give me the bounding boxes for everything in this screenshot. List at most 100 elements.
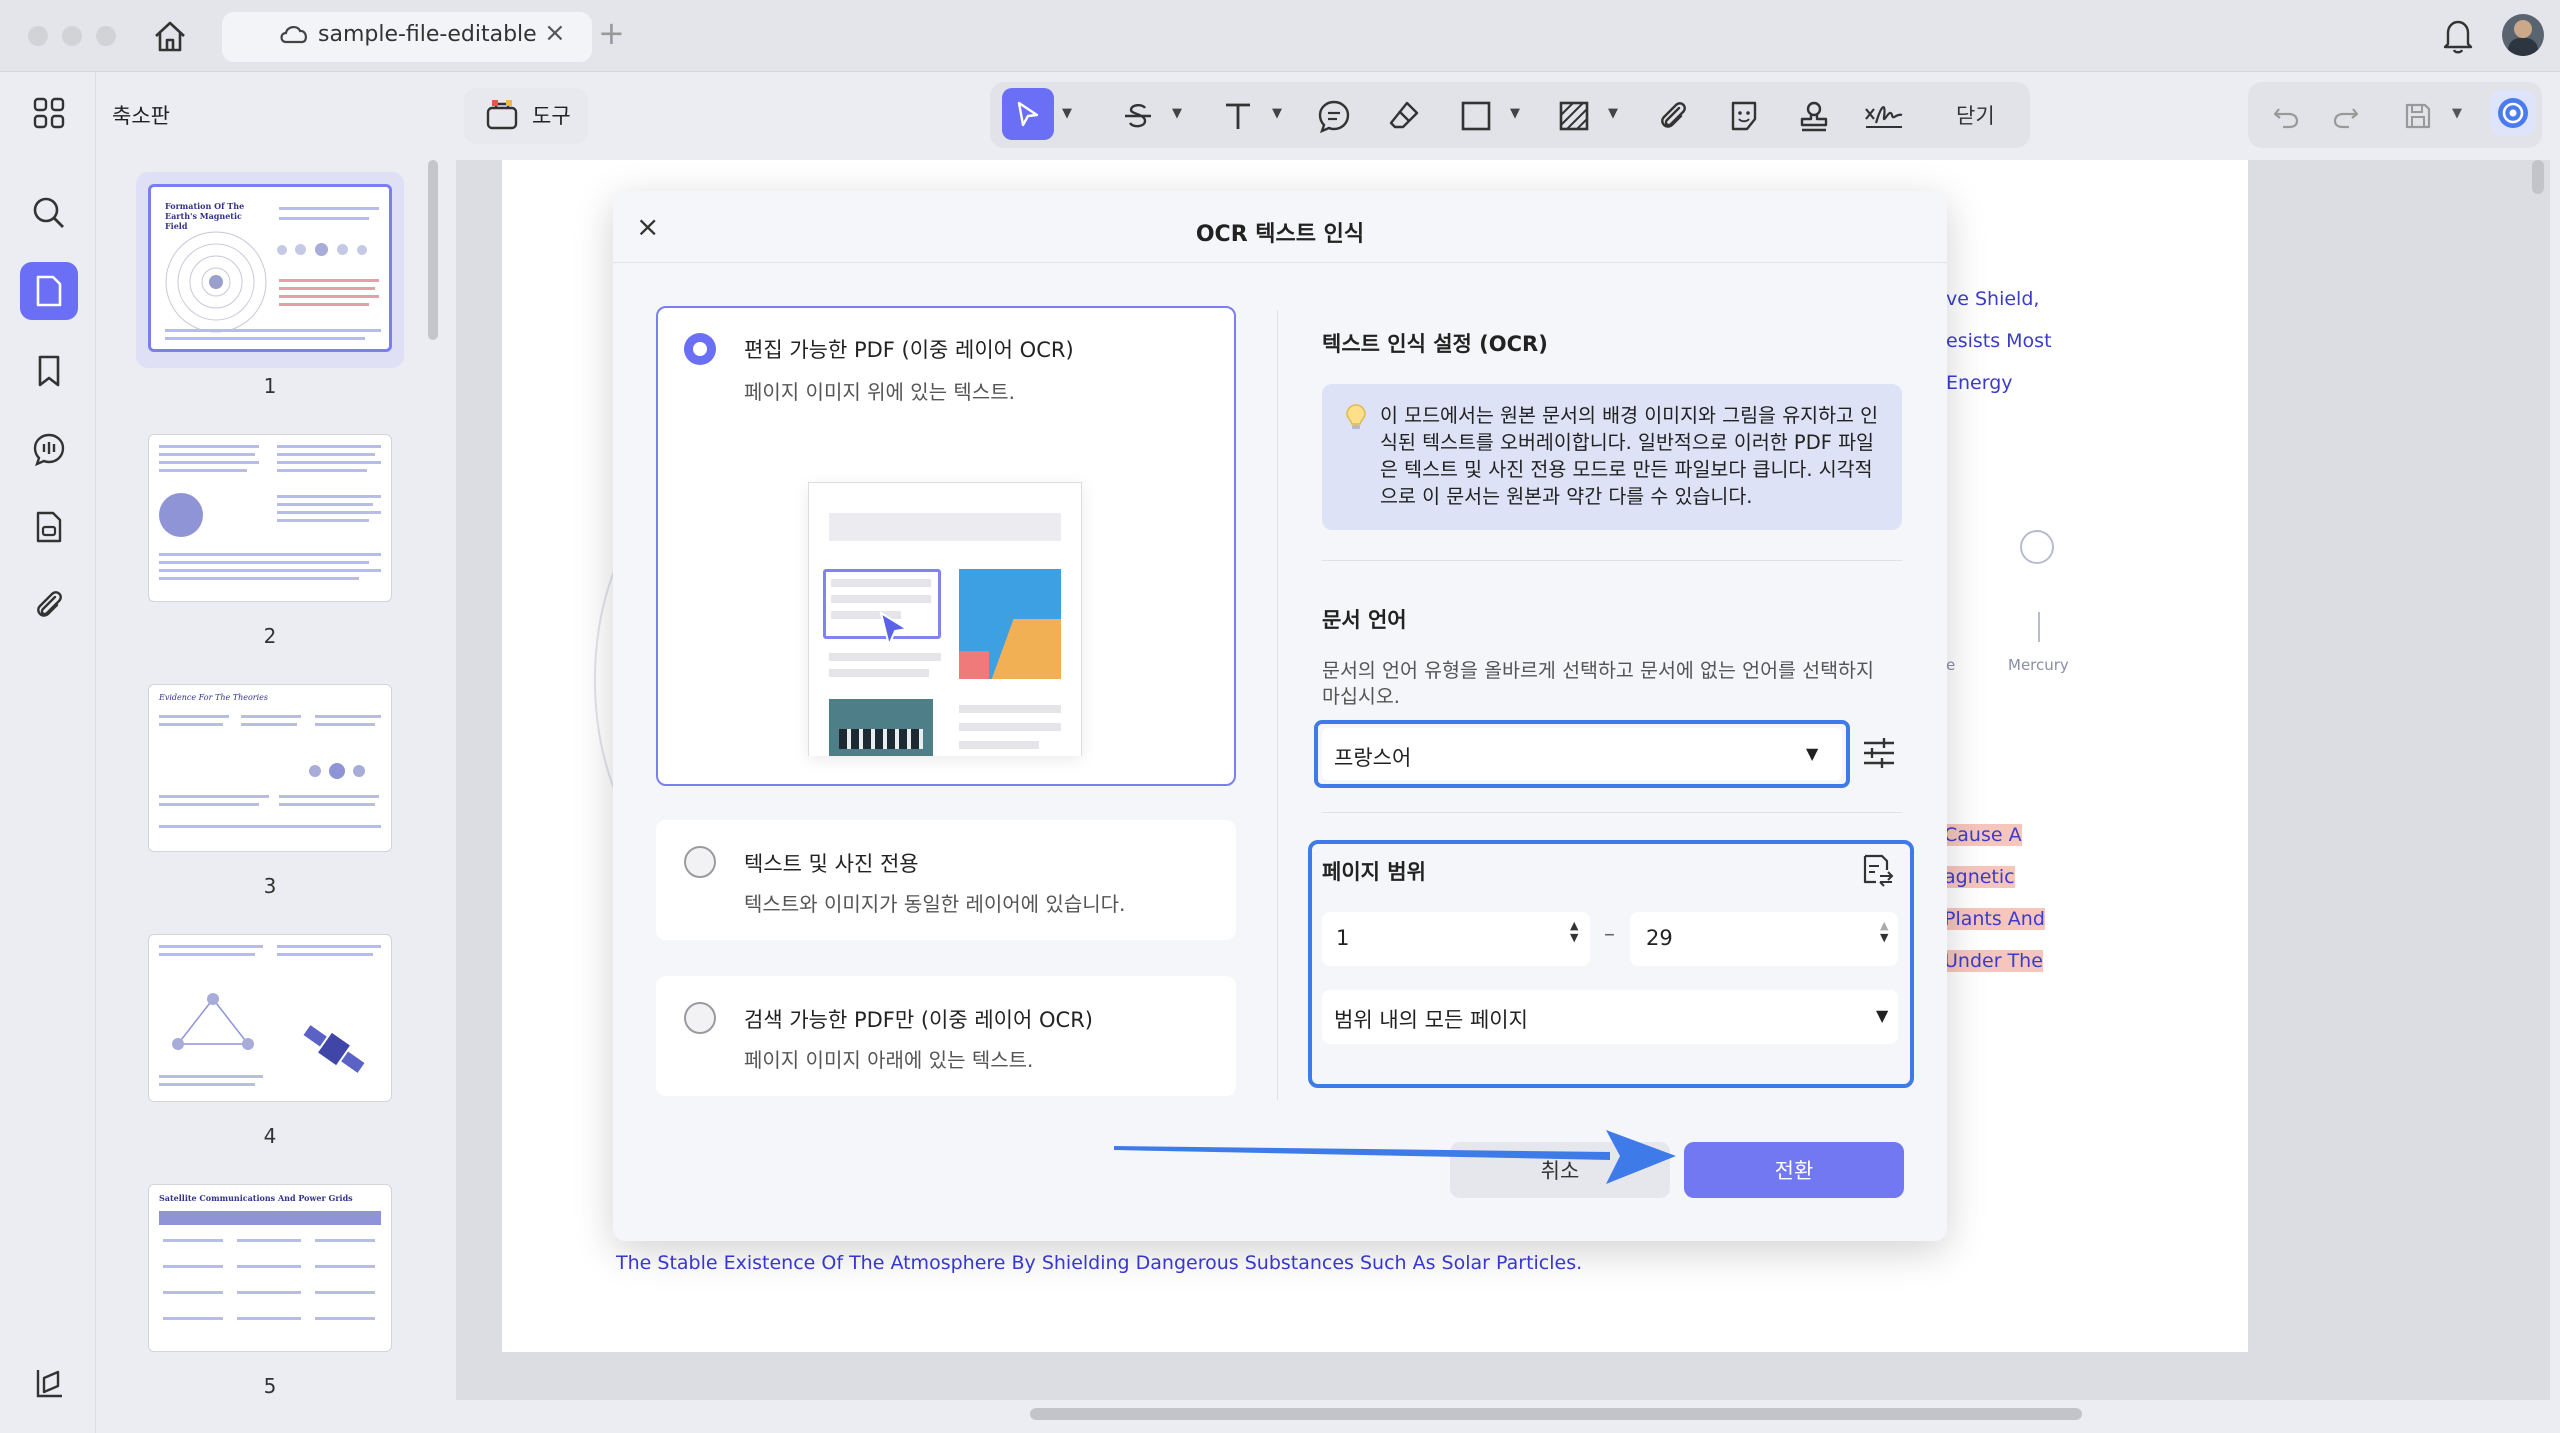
thumbnail-scrollbar[interactable] <box>428 160 438 340</box>
language-select-value: 프랑스어 <box>1334 746 1412 770</box>
window-minimize-control[interactable] <box>62 26 82 46</box>
chevron-down-icon[interactable]: ▼ <box>1608 106 1618 121</box>
range-from-value: 1 <box>1336 926 1350 950</box>
paperclip-icon[interactable] <box>1652 94 1696 138</box>
option-text-and-image[interactable] <box>656 820 1236 940</box>
dropdown-arrow-icon: ▼ <box>1806 744 1819 763</box>
apps-grid-icon[interactable] <box>20 84 78 142</box>
language-description: 문서의 언어 유형을 올바르게 선택하고 문서에 없는 언어를 선택하지 마십시… <box>1322 659 1874 708</box>
redo-icon[interactable] <box>2324 94 2368 138</box>
ai-assistant-icon[interactable] <box>2490 90 2536 136</box>
option-searchable-pdf-radio[interactable] <box>684 1002 716 1034</box>
thumbnail-page-1[interactable]: Formation Of The Earth's Magnetic Field <box>148 184 392 352</box>
thumbnail-page-number: 5 <box>263 1374 277 1398</box>
chevron-down-icon[interactable]: ▼ <box>1510 106 1520 121</box>
pointer-arrow-annotation <box>1114 1130 1676 1184</box>
language-title: 문서 언어 <box>1322 608 1407 632</box>
editable-pdf-illustration <box>808 482 1082 756</box>
thumbnail-page-number: 2 <box>263 624 277 648</box>
planet-stem <box>2038 612 2040 642</box>
thumbnail-page-number: 4 <box>263 1124 277 1148</box>
bell-icon[interactable] <box>2440 16 2476 60</box>
option-title: 검색 가능한 PDF만 (이중 레이어 OCR) <box>744 1008 1093 1032</box>
thumbnail-page-3[interactable]: Evidence For The Theories <box>148 684 392 852</box>
toolbox-icon <box>484 96 520 136</box>
range-separator: – <box>1604 922 1615 947</box>
select-cursor-icon[interactable] <box>1002 88 1054 140</box>
search-icon[interactable] <box>20 184 78 242</box>
range-to-value: 29 <box>1646 926 1673 950</box>
convert-button[interactable]: 전환 <box>1684 1142 1904 1198</box>
comment-bubble-icon[interactable] <box>1312 94 1356 138</box>
sliders-settings-icon[interactable] <box>1860 734 1898 772</box>
chevron-down-icon[interactable]: ▼ <box>1172 106 1182 121</box>
thumbnail-page-2[interactable] <box>148 434 392 602</box>
chevron-down-icon[interactable]: ▼ <box>1272 106 1282 121</box>
stamp-icon[interactable] <box>1792 94 1836 138</box>
page-range-title: 페이지 범위 <box>1322 860 1426 884</box>
thumbnails-page-icon[interactable] <box>20 262 78 320</box>
option-editable-pdf-radio[interactable] <box>684 333 716 365</box>
stepper-arrows-icon[interactable]: ▲ ▼ <box>1570 920 1578 944</box>
chevron-down-icon[interactable]: ▼ <box>1062 106 1072 121</box>
option-title: 편집 가능한 PDF (이중 레이어 OCR) <box>744 338 1074 362</box>
thumbnail-heading: Satellite Communications And Power Grids <box>159 1193 353 1203</box>
strikethrough-icon[interactable] <box>1116 94 1160 138</box>
doc-highlight-line: Plants And <box>1944 908 2045 930</box>
comment-icon[interactable] <box>20 420 78 478</box>
horizontal-scrollbar[interactable] <box>1030 1408 2082 1420</box>
attachment-icon[interactable] <box>20 576 78 634</box>
sticker-icon[interactable] <box>1722 94 1766 138</box>
range-from-input[interactable] <box>1322 912 1590 966</box>
window-close-control[interactable] <box>28 26 48 46</box>
doc-text-line: ve Shield, <box>1946 288 2040 310</box>
avatar[interactable] <box>2502 14 2544 56</box>
tab-title: sample-file-editable <box>318 22 537 47</box>
save-icon[interactable] <box>2396 94 2440 138</box>
tab-close-button[interactable]: × <box>544 18 566 48</box>
settings-divider <box>1322 560 1902 561</box>
text-icon[interactable] <box>1216 94 1260 138</box>
panel-title: 축소판 <box>112 104 170 128</box>
cloud-icon <box>278 20 310 52</box>
form-fields-icon[interactable] <box>20 498 78 556</box>
home-icon[interactable] <box>150 18 190 58</box>
planet-circle <box>2020 530 2054 564</box>
undo-icon[interactable] <box>2264 94 2308 138</box>
close-toolbar-button[interactable]: 닫기 <box>1956 100 1995 130</box>
doc-text-line: esists Most <box>1946 330 2052 352</box>
dialog-close-button[interactable]: × <box>636 210 659 243</box>
thumbnail-page-4[interactable] <box>148 934 392 1102</box>
signature-icon[interactable] <box>1862 94 1906 138</box>
tools-label: 도구 <box>532 104 571 128</box>
option-description: 페이지 이미지 아래에 있는 텍스트. <box>744 1048 1034 1072</box>
chevron-down-icon[interactable]: ▼ <box>2452 106 2462 121</box>
vertical-scrollbar[interactable] <box>2532 160 2544 194</box>
eraser-icon[interactable] <box>1382 94 1426 138</box>
option-description: 페이지 이미지 위에 있는 텍스트. <box>744 380 1015 404</box>
option-description: 텍스트와 이미지가 동일한 레이어에 있습니다. <box>744 892 1126 916</box>
thumbnail-page-number: 1 <box>263 374 277 398</box>
option-searchable-pdf[interactable] <box>656 976 1236 1096</box>
doc-footer-text: The Stable Existence Of The Atmosphere B… <box>616 1252 1583 1274</box>
doc-highlight-line: Under The <box>1944 950 2043 972</box>
rectangle-icon[interactable] <box>1454 94 1498 138</box>
thumbnail-page-number: 3 <box>263 874 277 898</box>
page-swap-icon[interactable] <box>1860 852 1896 888</box>
info-text: 이 모드에서는 원본 문서의 배경 이미지와 그림을 유지하고 인식된 텍스트를… <box>1380 404 1879 508</box>
new-tab-button[interactable]: + <box>598 14 625 52</box>
option-text-and-image-radio[interactable] <box>684 846 716 878</box>
bookmark-icon[interactable] <box>20 342 78 400</box>
planet-label-mercury: Mercury <box>2008 656 2069 674</box>
hatch-area-icon[interactable] <box>1552 94 1596 138</box>
option-title: 텍스트 및 사진 전용 <box>744 852 919 876</box>
planet-label: e <box>1946 656 1956 674</box>
doc-highlight-line: Cause A <box>1944 824 2022 846</box>
range-mode-value: 범위 내의 모든 페이지 <box>1334 1008 1528 1032</box>
layers-icon[interactable] <box>20 1354 78 1412</box>
ocr-settings-title: 텍스트 인식 설정 (OCR) <box>1322 332 1548 356</box>
thumbnail-page-5[interactable]: Satellite Communications And Power Grids <box>148 1184 392 1352</box>
thumbnail-heading: Evidence For The Theories <box>159 693 269 702</box>
window-zoom-control[interactable] <box>96 26 116 46</box>
stepper-arrows-icon[interactable]: ▲ ▼ <box>1880 920 1888 944</box>
